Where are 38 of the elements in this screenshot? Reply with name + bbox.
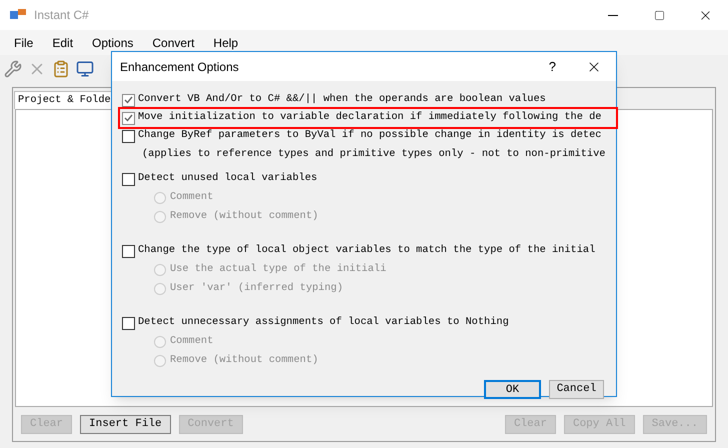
- clipboard-icon[interactable]: [52, 60, 70, 78]
- option-label: Convert VB And/Or to C# &&/|| when the operands are boolean values: [138, 92, 546, 108]
- checkmark-icon: [124, 96, 133, 104]
- window-icon[interactable]: [76, 60, 94, 78]
- toolbar-button[interactable]: Insert File: [80, 414, 171, 434]
- menu-item[interactable]: Edit: [52, 34, 74, 52]
- option-label: Detect unused local variables: [138, 171, 318, 186]
- radio-label: Remove (without comment): [170, 352, 318, 368]
- note-text: (applies to reference types and primitive types only - not to non-primitive: [142, 146, 606, 162]
- radio-label: Use the actual type of the initiali: [170, 262, 386, 277]
- checkbox[interactable]: [122, 94, 135, 106]
- menu-item[interactable]: Convert: [152, 34, 194, 52]
- checkbox[interactable]: [122, 172, 135, 186]
- option-label: Detect unnecessary assignments of local variables to Nothing: [138, 315, 509, 330]
- radio-label: User 'var' (inferred typing): [170, 280, 344, 296]
- help-button[interactable]: ?: [548, 56, 556, 76]
- radio-label: Comment: [170, 334, 214, 349]
- maximize-icon: [654, 10, 664, 20]
- option-label: Change ByRef parameters to ByVal if no possible change in identity is detec: [138, 128, 602, 144]
- radio-label: Remove (without comment): [170, 208, 318, 224]
- checkbox[interactable]: [122, 244, 135, 258]
- dialog-title: Enhancement Options: [120, 58, 239, 76]
- menu-item[interactable]: File: [14, 34, 34, 52]
- menu-item[interactable]: Options: [92, 34, 134, 52]
- dialog-button[interactable]: Cancel: [549, 380, 604, 399]
- minimize-icon: [608, 14, 618, 16]
- option-label: Move initialization to variable declaration if immediately following the de: [138, 110, 602, 126]
- checkbox[interactable]: [122, 130, 135, 142]
- dialog-button[interactable]: OK: [484, 380, 541, 399]
- checkbox[interactable]: [122, 112, 135, 124]
- window-title: Instant C#: [34, 7, 89, 24]
- checkbox[interactable]: [122, 316, 135, 330]
- wrench-icon[interactable]: [4, 60, 22, 78]
- menu-item[interactable]: Help: [213, 34, 238, 52]
- checkmark-icon: [124, 114, 133, 122]
- option-label: Change the type of local object variables to match the type of the initial: [138, 243, 596, 258]
- app-icon: [10, 9, 26, 21]
- radio-label: Comment: [170, 190, 214, 205]
